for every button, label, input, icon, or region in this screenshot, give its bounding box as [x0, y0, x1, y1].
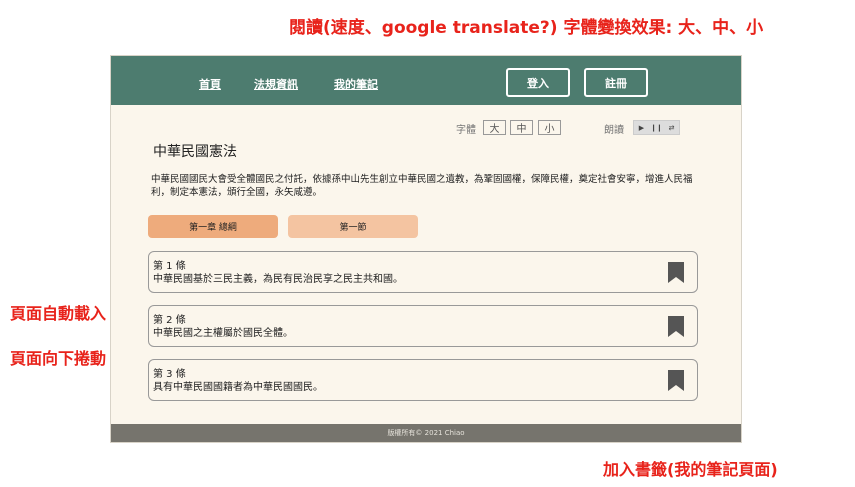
font-size-medium-button[interactable]: 中 — [510, 120, 533, 135]
audio-player: ▶ ❙❙ ⇄ — [633, 120, 680, 135]
footer-copyright: 版權所有© 2021 Chiao — [387, 429, 465, 437]
article-text: 具有中華民國國籍者為中華民國國民。 — [153, 382, 323, 393]
play-icon[interactable]: ▶ — [634, 121, 649, 134]
font-size-label: 字體 — [456, 125, 476, 136]
bookmark-icon[interactable] — [667, 370, 685, 391]
chapter-1-button[interactable]: 第一章 總綱 — [148, 215, 278, 238]
register-button[interactable]: 註冊 — [584, 68, 648, 97]
article-text: 中華民國之主權屬於國民全體。 — [153, 328, 293, 339]
font-size-large-button[interactable]: 大 — [483, 120, 506, 135]
login-button[interactable]: 登入 — [506, 68, 570, 97]
bookmark-icon[interactable] — [667, 262, 685, 283]
page-footer: 版權所有© 2021 Chiao — [111, 424, 741, 442]
annotation-auto-load: 頁面自動載入 — [10, 304, 107, 323]
bookmark-icon[interactable] — [667, 316, 685, 337]
top-navbar: 首頁 法規資訊 我的筆記 登入 註冊 — [111, 56, 741, 105]
annotation-reading-and-font-size: 閱讀(速度、google translate?) 字體變換效果: 大、中、小 — [289, 18, 764, 38]
page-mockup: 首頁 法規資訊 我的筆記 登入 註冊 字體 大 中 小 朗讀 ▶ ❙❙ ⇄ 中華… — [110, 55, 742, 443]
article-card: 第 3 條 具有中華民國國籍者為中華民國國民。 — [148, 359, 698, 401]
pause-icon[interactable]: ❙❙ — [649, 121, 664, 134]
read-aloud-label: 朗讀 — [604, 125, 624, 136]
nav-regulations-link[interactable]: 法規資訊 — [254, 76, 298, 92]
font-size-small-button[interactable]: 小 — [538, 120, 561, 135]
shuffle-icon[interactable]: ⇄ — [664, 121, 679, 134]
law-title: 中華民國憲法 — [153, 144, 237, 160]
nav-home-link[interactable]: 首頁 — [199, 76, 221, 92]
nav-my-notes-link[interactable]: 我的筆記 — [334, 76, 378, 92]
annotation-add-bookmark: 加入書籤(我的筆記頁面) — [603, 460, 778, 479]
section-1-button[interactable]: 第一節 — [288, 215, 418, 238]
annotation-scroll-down: 頁面向下捲動 — [10, 349, 107, 368]
article-text: 中華民國基於三民主義，為民有民治民享之民主共和國。 — [153, 274, 403, 285]
article-card: 第 2 條 中華民國之主權屬於國民全體。 — [148, 305, 698, 347]
law-preamble: 中華民國國民大會受全體國民之付託，依據孫中山先生創立中華民國之遺教，為鞏固國權，… — [151, 174, 693, 198]
article-card: 第 1 條 中華民國基於三民主義，為民有民治民享之民主共和國。 — [148, 251, 698, 293]
